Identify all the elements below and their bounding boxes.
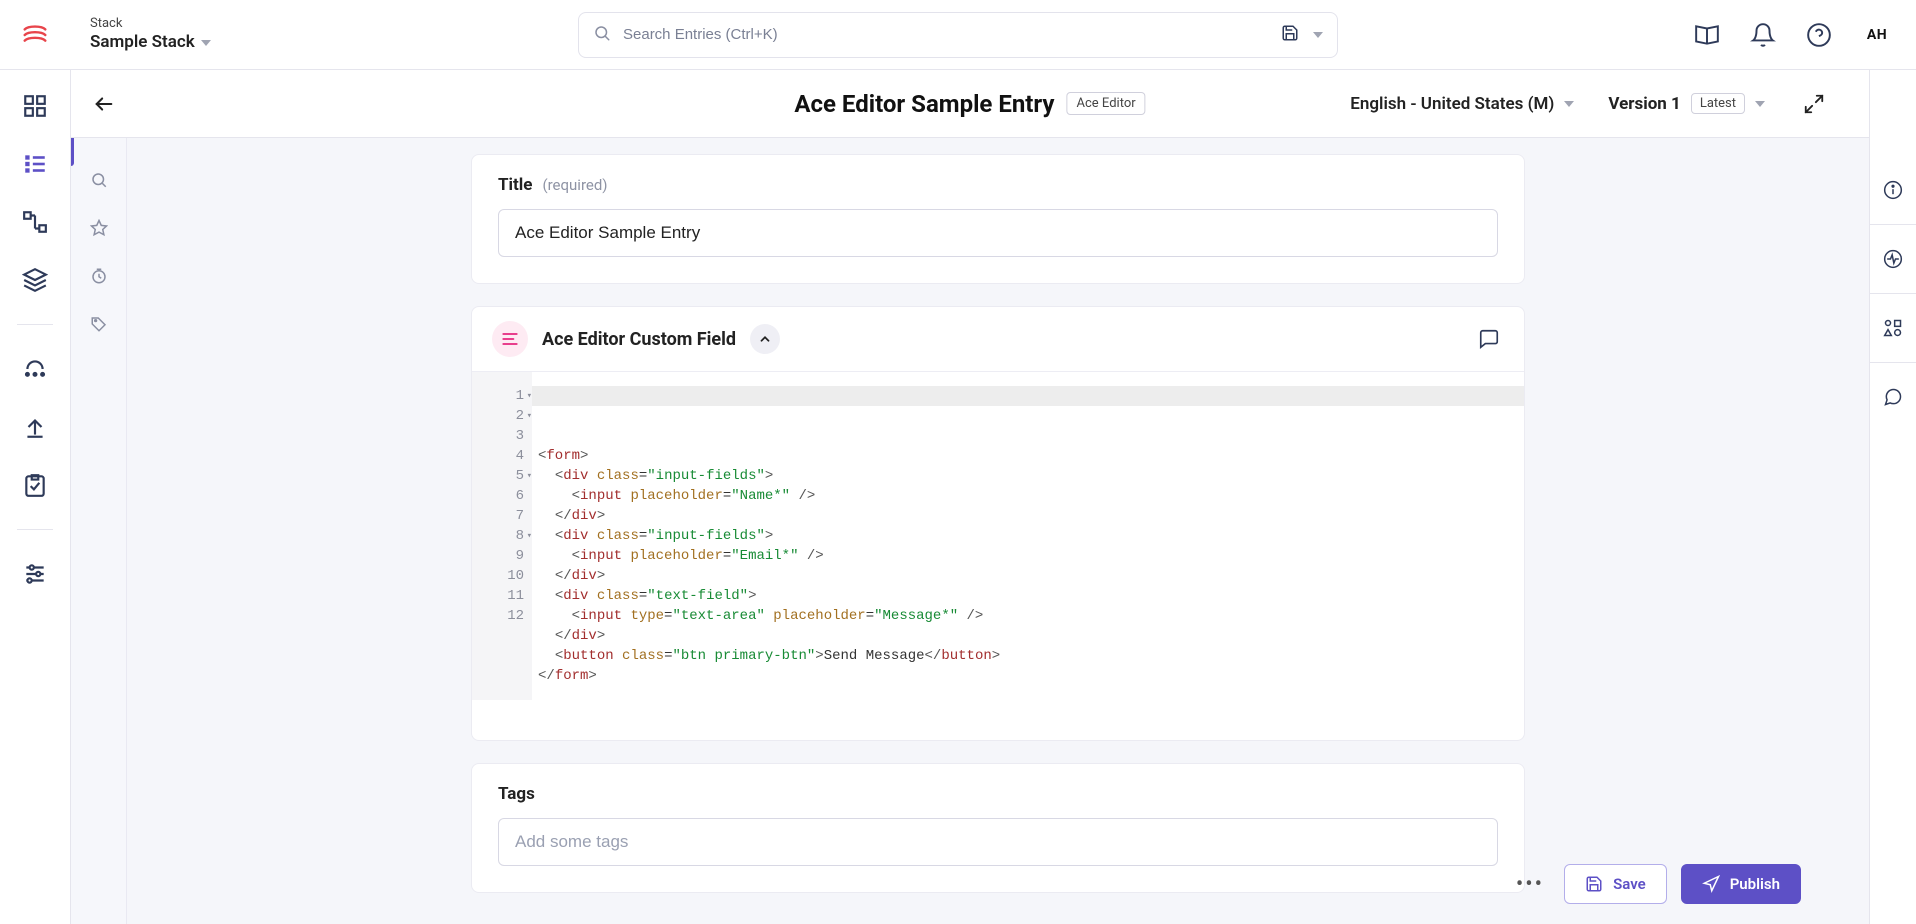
entry-side-rail	[1869, 70, 1916, 924]
filter-search-icon[interactable]	[89, 170, 109, 190]
comments-panel-icon[interactable]	[1883, 387, 1903, 407]
brand-icon[interactable]	[18, 18, 52, 52]
publish-button-label: Publish	[1730, 875, 1780, 893]
collapse-button[interactable]	[750, 324, 780, 354]
topbar: Stack Sample Stack	[0, 0, 1916, 70]
ace-field-label: Ace Editor Custom Field	[542, 329, 736, 350]
docs-icon[interactable]	[1692, 20, 1722, 50]
content-type-badge: Ace Editor	[1067, 92, 1146, 115]
help-icon[interactable]	[1804, 20, 1834, 50]
more-actions-button[interactable]: •••	[1516, 872, 1544, 897]
page-title: Ace Editor Sample Entry	[794, 90, 1054, 118]
title-field-label: Title	[498, 175, 532, 195]
chevron-down-icon	[1755, 101, 1765, 107]
title-input[interactable]	[498, 209, 1498, 257]
maximize-button[interactable]	[1799, 89, 1829, 119]
stack-name: Sample Stack	[90, 32, 195, 53]
title-field-hint: (required)	[542, 176, 607, 194]
stack-label: Stack	[90, 16, 211, 32]
notifications-icon[interactable]	[1748, 20, 1778, 50]
save-button[interactable]: Save	[1564, 864, 1667, 904]
publish-button[interactable]: Publish	[1681, 864, 1801, 904]
nav-content-models-icon[interactable]	[21, 208, 49, 236]
locale-selector[interactable]: English - United States (M)	[1350, 94, 1574, 114]
filter-recent-icon[interactable]	[89, 266, 109, 286]
field-comment-icon[interactable]	[1474, 324, 1504, 354]
rail-separator-2	[17, 529, 53, 530]
widgets-panel-icon[interactable]	[1883, 318, 1903, 338]
editor-gutter: 123456789101112	[472, 372, 532, 700]
filter-favorites-icon[interactable]	[89, 218, 109, 238]
ace-field-icon	[492, 321, 528, 357]
tags-input[interactable]	[498, 818, 1498, 866]
title-group: Ace Editor Sample Entry Ace Editor	[794, 90, 1145, 118]
version-selector[interactable]: Version 1 Latest	[1608, 93, 1765, 114]
footer-actions: ••• Save Publish	[1516, 864, 1801, 904]
activity-panel-icon[interactable]	[1883, 249, 1903, 269]
ace-code-editor[interactable]: 123456789101112 <form> <div class="input…	[472, 372, 1524, 740]
locale-label: English - United States (M)	[1350, 94, 1554, 114]
nav-assets-icon[interactable]	[21, 266, 49, 294]
chevron-down-icon	[1564, 101, 1574, 107]
topbar-right: AH	[1692, 18, 1894, 52]
version-label: Version 1	[1608, 94, 1680, 114]
rail-separator	[17, 324, 53, 325]
stack-selector[interactable]: Stack Sample Stack	[90, 16, 211, 54]
entry-filter-rail	[71, 70, 127, 924]
search-bar[interactable]	[578, 12, 1338, 58]
filter-tags-icon[interactable]	[89, 314, 109, 334]
save-button-label: Save	[1613, 875, 1646, 893]
nav-releases-icon[interactable]	[21, 355, 49, 383]
tags-field-label: Tags	[498, 784, 535, 804]
left-nav-rail	[0, 70, 71, 924]
title-field-card: Title (required)	[471, 154, 1525, 284]
entry-subheader: Ace Editor Sample Entry Ace Editor Engli…	[71, 70, 1869, 138]
nav-publish-queue-icon[interactable]	[21, 413, 49, 441]
version-badge: Latest	[1691, 93, 1745, 114]
nav-entries-icon[interactable]	[21, 150, 49, 178]
ace-editor-card: Ace Editor Custom Field 123456789101112 …	[471, 306, 1525, 741]
nav-tasks-icon[interactable]	[21, 471, 49, 499]
nav-settings-icon[interactable]	[21, 560, 49, 588]
user-avatar[interactable]: AH	[1860, 18, 1894, 52]
back-button[interactable]	[89, 89, 119, 119]
search-dropdown-icon[interactable]	[1313, 32, 1323, 38]
search-input[interactable]	[623, 26, 1269, 43]
scroll-area[interactable]: Title (required) Ace Editor Custom Field	[127, 138, 1869, 924]
chevron-down-icon	[201, 40, 211, 46]
info-panel-icon[interactable]	[1883, 180, 1903, 200]
editor-code[interactable]: <form> <div class="input-fields"> <input…	[532, 372, 1524, 700]
save-search-icon[interactable]	[1281, 24, 1299, 46]
main-content: Title (required) Ace Editor Custom Field	[127, 138, 1869, 924]
active-line-highlight	[532, 386, 1524, 406]
nav-dashboard-icon[interactable]	[21, 92, 49, 120]
search-wrap	[578, 12, 1338, 58]
search-icon	[593, 24, 611, 46]
tags-field-card: Tags	[471, 763, 1525, 893]
